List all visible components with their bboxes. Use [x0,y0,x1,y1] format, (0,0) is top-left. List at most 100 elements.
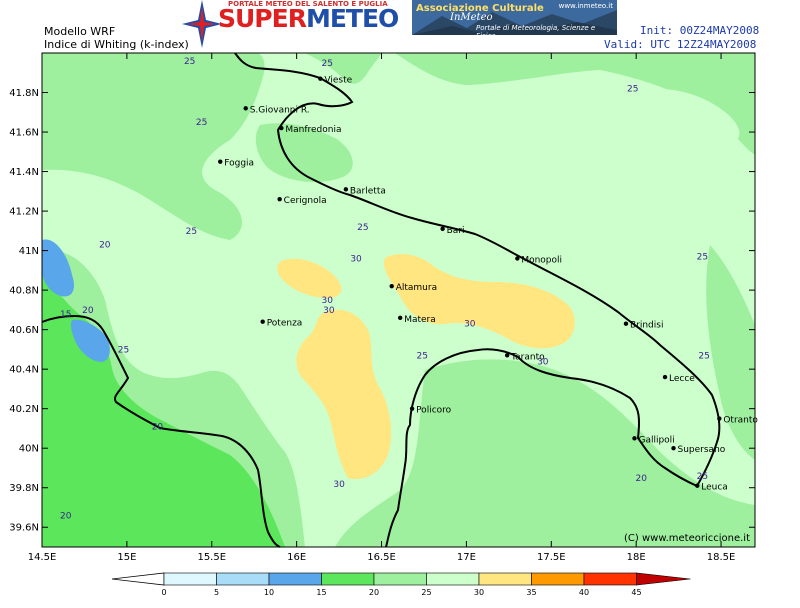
contour-label: 25 [118,345,129,355]
city-label: Gallipoli [638,435,674,445]
k-index-colorbar: 0 5 10 15 20 25 30 35 40 45 [111,572,691,597]
colorbar-box [583,572,637,586]
city-label: Supersano [678,445,726,455]
city-label: Bari [447,226,465,236]
contour-label: 30 [333,480,345,490]
copyright: (C) www.meteoriccione.it [624,533,750,544]
contour-label: 30 [537,357,549,367]
colorbar-box [268,572,322,586]
colorbar-box [373,572,427,586]
city-label: Manfredonia [285,125,341,135]
city-label: S.Giovanni R. [250,105,310,115]
city-label: Policoro [416,406,452,416]
contour-label: 20 [152,422,164,432]
city-marker [515,256,520,261]
y-tick-label: 39.8N [9,483,39,494]
x-tick-label: 16E [287,552,306,563]
y-tick-label: 41.2N [9,207,39,218]
city-marker [279,125,284,131]
y-tick-label: 41.4N [9,167,39,178]
y-tick-label: 40.6N [9,325,39,336]
contour-fill-layer [42,53,755,547]
city-marker [343,187,349,192]
city-label: Vieste [324,76,352,86]
contour-label: 30 [323,306,335,316]
x-tick-label: 16.5E [367,552,396,563]
x-tick-label: 17E [457,552,476,563]
y-tick-label: 40N [19,444,39,455]
contour-label: 30 [464,320,476,330]
colorbar-tick-label: 30 [474,588,484,597]
city-label: Barletta [350,186,386,196]
city-label: Lecce [669,374,695,384]
city-marker [409,406,415,411]
colorbar-tick-label: 15 [316,588,326,597]
city-label: Brindisi [630,321,663,331]
city-marker [318,76,323,81]
city-marker [717,416,722,421]
contour-label: 25 [697,472,708,482]
contour-label: 25 [196,118,207,128]
colorbar-high-arrow [636,572,691,586]
contour-label: 25 [357,223,368,233]
contour-label: 30 [350,255,362,265]
contour-label: 25 [321,59,332,69]
colorbar-box [216,572,270,586]
contour-label: 15 [60,310,71,320]
city-marker [623,321,629,326]
city-marker [243,106,248,111]
city-label: Otranto [723,416,758,426]
contour-label: 20 [60,511,72,521]
x-tick-label: 17.5E [537,552,566,563]
contour-label: 25 [417,351,428,361]
colorbar-box [426,572,480,586]
colorbar-low-arrow [111,572,165,586]
contour-label: 20 [82,306,94,316]
contour-label: 25 [186,227,197,237]
city-label: Matera [404,315,436,325]
city-marker [504,353,510,358]
contour-label: 25 [184,57,195,67]
contour-label: 25 [697,253,708,263]
x-tick-label: 15E [117,552,136,563]
colorbar-box [321,572,375,586]
colorbar-tick-label: 45 [631,588,641,597]
colorbar-tick-label: 40 [579,588,589,597]
contour-label: 25 [698,351,709,361]
y-tick-label: 41N [19,246,39,257]
city-marker [218,159,223,164]
y-tick-label: 40.8N [9,286,39,297]
colorbar-box [478,572,532,586]
colorbar-box [531,572,585,586]
city-marker [440,226,445,232]
contour-label: 20 [636,474,648,484]
city-label: Cerignola [284,196,327,206]
y-tick-label: 40.2N [9,404,39,415]
y-tick-label: 39.6N [9,523,39,534]
colorbar-tick-label: 0 [161,588,166,597]
contour-label: 25 [627,85,638,95]
city-label: Monopoli [521,256,562,266]
city-marker [632,436,637,441]
city-marker [662,374,668,380]
y-tick-label: 40.4N [9,365,39,376]
city-marker [671,446,676,451]
k-index-map: 14.5E 15E 15.5E 16E 16.5E 17E 17.5E 18E 18.5E 39.… [9,52,758,563]
contour-label: 20 [99,241,111,251]
y-tick-label: 41.6N [9,128,39,139]
city-marker [389,283,394,289]
colorbar-tick-label: 5 [214,588,219,597]
colorbar-box [163,572,217,586]
colorbar-tick-label: 20 [369,588,379,597]
x-tick-label: 14.5E [28,552,57,563]
colorbar-tick-label: 25 [421,588,431,597]
colorbar-tick-label: 10 [264,588,274,597]
colorbar-tick-label: 35 [526,588,536,597]
city-label: Potenza [267,319,303,329]
contour-label: 30 [321,296,333,306]
x-tick-label: 18.5E [707,552,736,563]
x-tick-label: 15.5E [197,552,226,563]
city-label: Foggia [224,159,254,169]
city-marker [260,319,265,324]
city-marker [397,315,403,320]
